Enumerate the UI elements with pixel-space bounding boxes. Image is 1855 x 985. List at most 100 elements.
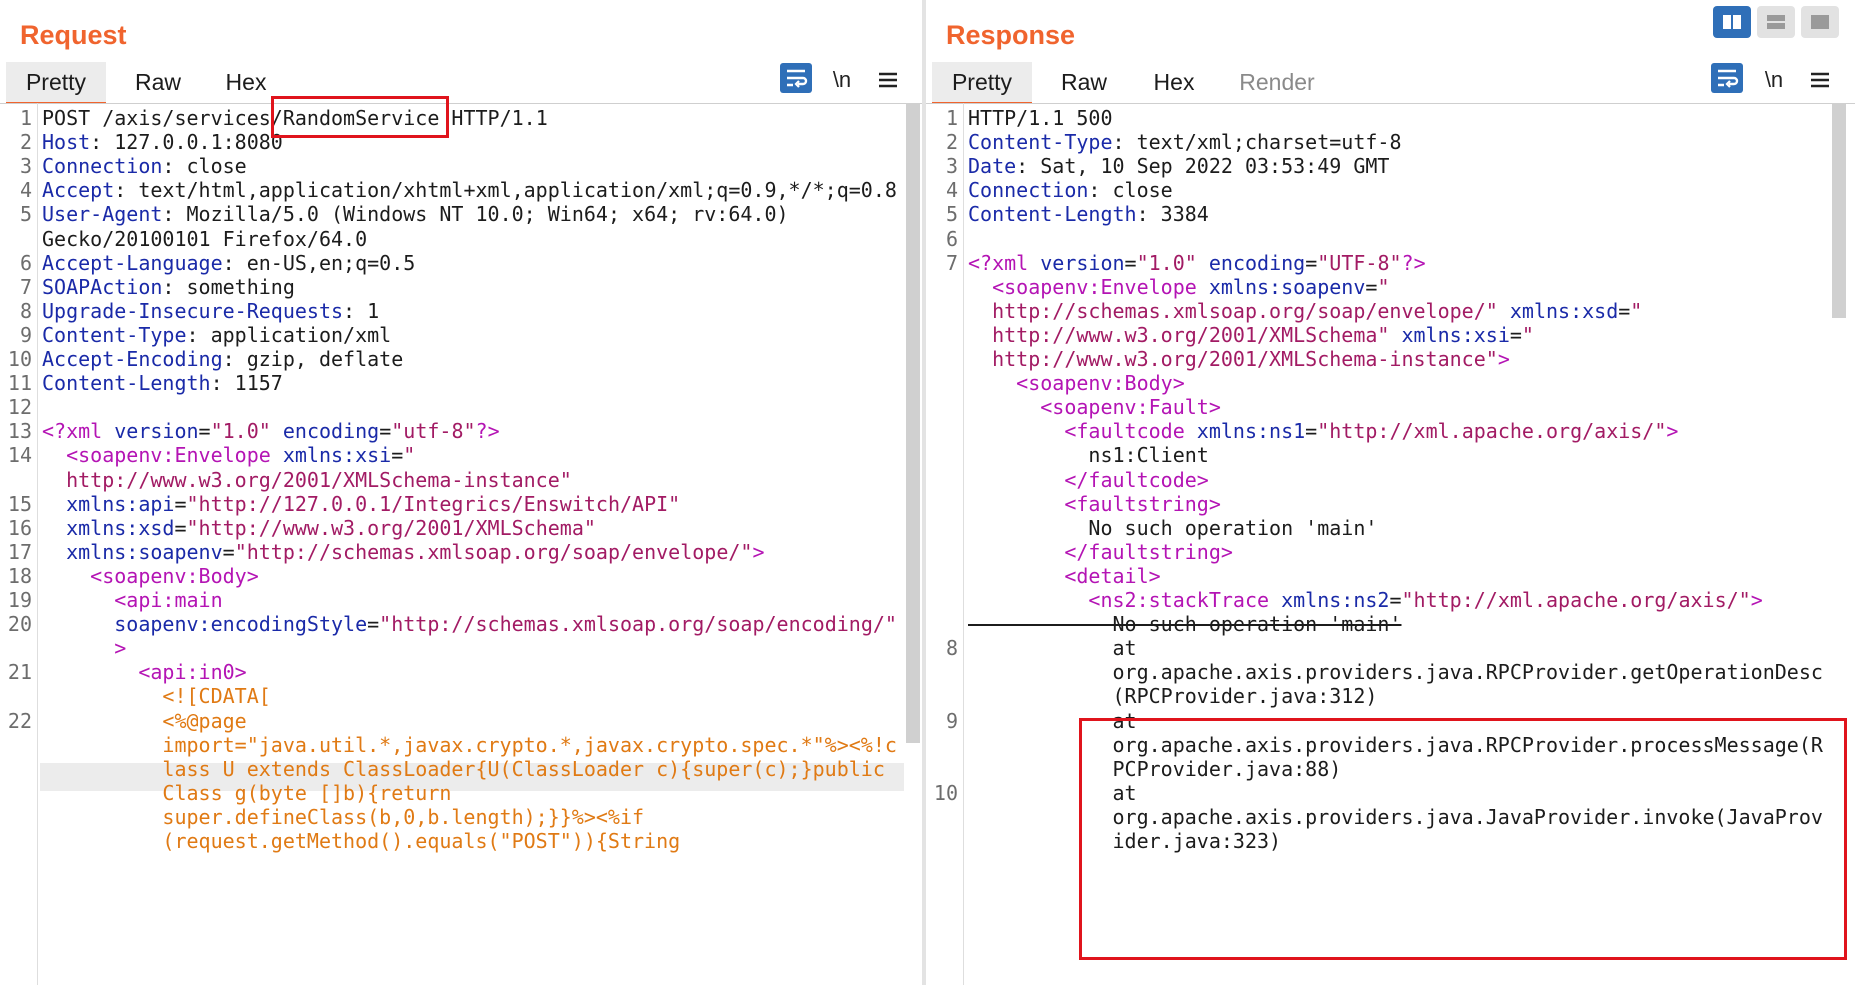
code-token: xmlns:soapenv [66,539,223,564]
line-number: 14 [7,443,32,468]
code-token: "UTF-8" [1317,250,1402,275]
code-line: Content-Length: 3384 [968,200,1209,228]
line-number: 5 [19,202,32,227]
code-token: http://schemas.xmlsoap.org/soap/envelope… [968,298,1498,323]
code-token: = [174,515,187,540]
code-token: = [198,419,211,444]
response-scrollbar[interactable] [1832,103,1846,318]
code-token: No such operation 'main' [968,612,1402,637]
code-token: encoding [282,419,380,444]
tab-raw[interactable]: Raw [110,62,206,102]
code-token: <ns2:stackTrace [1088,588,1282,612]
code-token: = [1305,419,1318,444]
code-token: lass U extends ClassLoader{U(ClassLoader… [42,756,885,781]
code-token: Content-Length [42,371,211,396]
code-token: Content-Length [968,202,1137,227]
code-token: xmlns:xsd [66,515,175,540]
code-token: "http://xml.apache.org/axis/" [1317,419,1667,444]
response-gutter [963,103,964,985]
code-token: = [1389,588,1402,612]
wrap-lines-icon[interactable] [1711,63,1743,93]
code-token: > [114,636,127,661]
line-number: 7 [945,250,958,275]
code-token: xmlns:xsi [282,443,392,468]
tab-pretty[interactable]: Pretty [932,62,1032,104]
code-token: <api:main [114,588,223,612]
hamburger-menu-icon[interactable] [1804,64,1836,96]
code-token: xmlns:ns2 [1281,588,1390,612]
line-number: 20 [7,612,32,637]
line-number: 22 [7,708,32,733]
code-token: > [752,539,765,564]
code-token: "http://xml.apache.org/axis/" [1401,588,1751,612]
request-gutter [37,103,38,985]
code-token: Content-Type [42,322,187,347]
single-pane-icon[interactable] [1801,6,1839,38]
code-token: > [1666,419,1679,444]
split-columns-icon[interactable] [1713,6,1751,38]
code-token: <?xml [968,250,1041,275]
code-token: <soapenv:Fault> [1040,395,1221,420]
code-token: User-Agent [42,202,163,227]
highlight-box-service-name [271,96,449,138]
split-rows-icon[interactable] [1757,6,1795,38]
tab-pretty[interactable]: Pretty [6,62,106,104]
code-token: "utf-8" [391,419,476,444]
code-token: <soapenv:Envelope [66,443,283,468]
code-line: (request.getMethod().equals("POST")){Str… [42,827,680,855]
tab-raw[interactable]: Raw [1036,62,1132,102]
tab-hex[interactable]: Hex [1132,62,1216,102]
code-token: soapenv:encodingStyle [114,612,368,637]
code-token: <faultstring> [1064,491,1221,516]
code-token: http://www.w3.org/2001/XMLSchema-instanc… [42,467,572,492]
request-scrollbar[interactable] [906,103,920,743]
code-token: : something [162,274,295,299]
code-token: at [968,636,1137,661]
layout-buttons [1713,6,1841,38]
response-title: Response [946,20,1076,50]
newline-toggle-button[interactable]: \n [826,64,858,96]
code-token: ?> [1401,250,1426,275]
code-token: ns1:Client [968,443,1209,468]
code-token: <faultcode [1064,419,1197,444]
code-token: = [222,539,235,564]
code-token: Connection [968,178,1089,203]
code-token: Class g(byte []b){return [42,780,452,805]
code-token: Accept [42,178,115,203]
code-token: "http://schemas.xmlsoap.org/soap/encodin… [379,612,897,637]
code-token: = [391,443,404,468]
code-token: "1.0" [210,419,271,444]
code-token: Accept-Language [42,250,223,275]
newline-toggle-button[interactable]: \n [1758,64,1790,96]
code-token: : text/html,application/xhtml+xml,applic… [114,178,897,203]
code-token: = [174,491,187,516]
tab-render[interactable]: Render [1222,62,1332,102]
code-token: org.apache.axis.providers.java.RPCProvid… [968,660,1823,685]
code-token: : 1157 [210,371,283,396]
code-token: : 3384 [1136,202,1209,227]
line-number: 8 [945,636,958,661]
code-token: : application/xml [186,322,392,347]
code-token: http://www.w3.org/2001/XMLSchema" [968,322,1390,347]
code-token: "http://www.w3.org/2001/XMLSchema" [186,515,596,540]
code-token: (RPCProvider.java:312) [968,684,1378,709]
code-token: "1.0" [1136,250,1197,275]
wrap-lines-icon[interactable] [780,63,812,93]
code-token: </faultstring> [1064,539,1233,564]
code-token: xmlns:xsi [1401,322,1510,347]
hamburger-menu-icon[interactable] [872,64,904,96]
code-token: " [1521,322,1534,347]
code-token: Date [968,154,1017,179]
code-token: : text/xml;charset=utf-8 [1112,130,1402,155]
